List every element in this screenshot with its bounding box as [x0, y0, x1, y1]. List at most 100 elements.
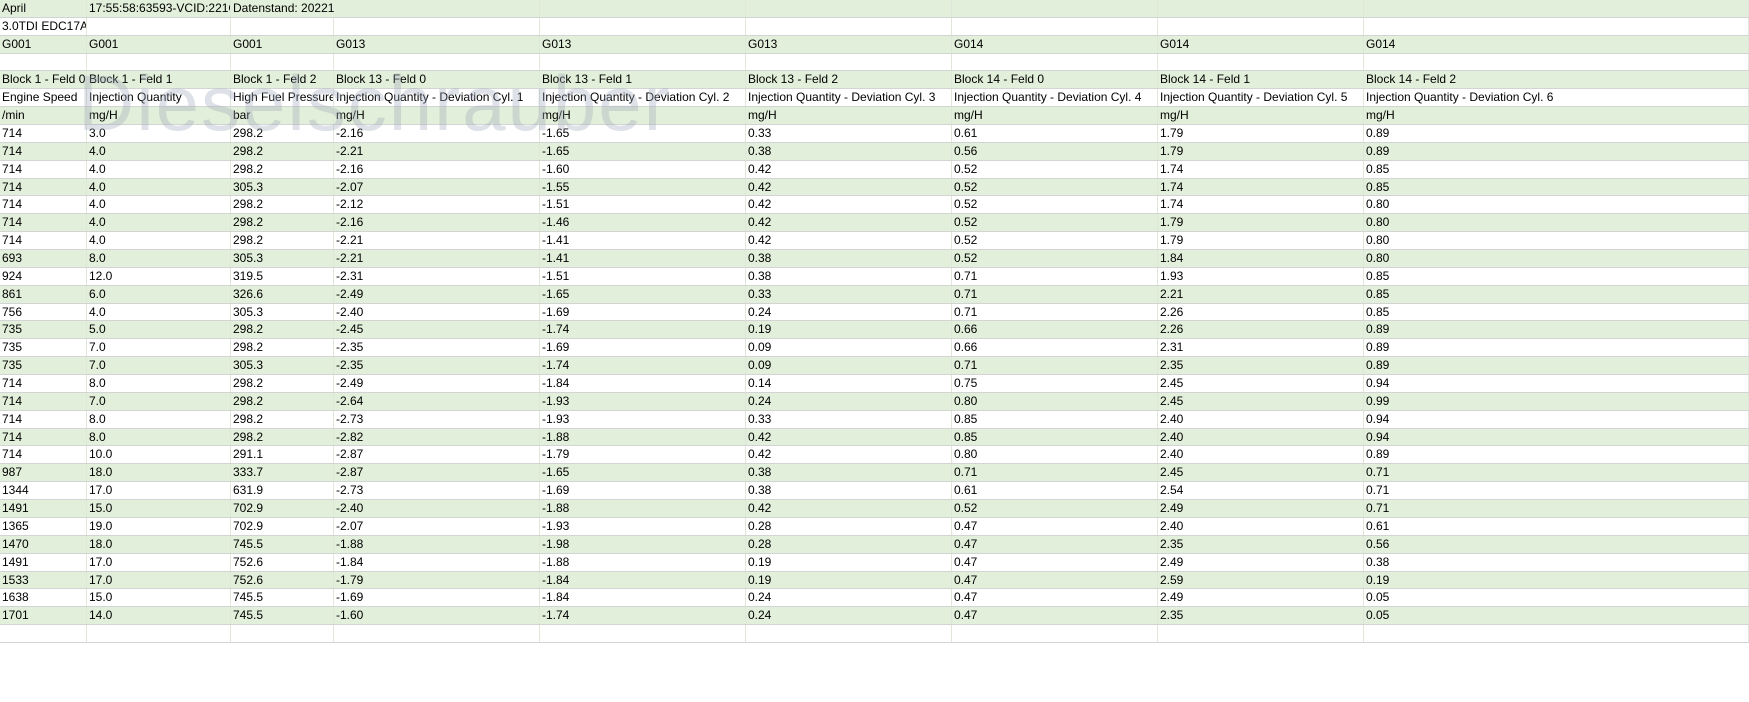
cell[interactable]: 291.1 — [231, 446, 334, 464]
cell[interactable] — [1158, 625, 1364, 642]
cell[interactable]: Injection Quantity - Deviation Cyl. 2 — [540, 89, 746, 107]
cell[interactable]: 0.66 — [952, 339, 1158, 357]
cell[interactable]: -1.69 — [540, 339, 746, 357]
cell[interactable]: 0.19 — [1364, 571, 1749, 589]
cell[interactable]: 1.74 — [1158, 160, 1364, 178]
cell[interactable]: 0.80 — [1364, 214, 1749, 232]
cell[interactable] — [952, 625, 1158, 642]
cell[interactable]: G013 — [334, 35, 540, 53]
cell[interactable]: 0.38 — [746, 464, 952, 482]
cell[interactable]: 1.93 — [1158, 267, 1364, 285]
cell[interactable] — [334, 625, 540, 642]
cell[interactable]: 298.2 — [231, 142, 334, 160]
cell[interactable]: 2.40 — [1158, 446, 1364, 464]
cell[interactable]: 0.42 — [746, 160, 952, 178]
cell[interactable]: 0.24 — [746, 303, 952, 321]
cell[interactable]: -1.93 — [540, 392, 746, 410]
cell[interactable]: 2.35 — [1158, 535, 1364, 553]
cell[interactable]: -1.79 — [540, 446, 746, 464]
cell[interactable]: 298.2 — [231, 339, 334, 357]
cell[interactable]: 19.0 — [87, 517, 231, 535]
cell[interactable]: 305.3 — [231, 303, 334, 321]
cell[interactable]: -2.16 — [334, 160, 540, 178]
cell[interactable]: -2.21 — [334, 232, 540, 250]
cell[interactable] — [1364, 625, 1749, 642]
cell[interactable]: Block 13 - Feld 0 — [334, 71, 540, 89]
cell[interactable]: 1.79 — [1158, 214, 1364, 232]
cell[interactable] — [952, 53, 1158, 71]
cell[interactable]: 714 — [0, 142, 87, 160]
cell[interactable]: 0.09 — [746, 339, 952, 357]
cell[interactable]: 2.40 — [1158, 428, 1364, 446]
cell[interactable]: mg/H — [540, 107, 746, 125]
cell[interactable]: 0.52 — [952, 160, 1158, 178]
cell[interactable]: -1.46 — [540, 214, 746, 232]
cell[interactable]: 0.61 — [952, 125, 1158, 142]
cell[interactable]: 1491 — [0, 553, 87, 571]
cell[interactable]: -1.69 — [540, 482, 746, 500]
cell[interactable]: Block 1 - Feld 2 — [231, 71, 334, 89]
cell[interactable]: 714 — [0, 196, 87, 214]
cell[interactable]: 0.71 — [1364, 482, 1749, 500]
cell[interactable]: 298.2 — [231, 232, 334, 250]
cell[interactable]: 4.0 — [87, 178, 231, 196]
cell[interactable]: 4.0 — [87, 142, 231, 160]
cell[interactable] — [231, 53, 334, 71]
cell[interactable]: 1.79 — [1158, 125, 1364, 142]
cell[interactable]: 2.31 — [1158, 339, 1364, 357]
cell[interactable]: 0.75 — [952, 375, 1158, 392]
cell[interactable]: 7.0 — [87, 339, 231, 357]
cell[interactable]: -2.16 — [334, 125, 540, 142]
cell[interactable]: 2.35 — [1158, 607, 1364, 625]
cell[interactable]: -1.74 — [540, 321, 746, 339]
cell[interactable]: 693 — [0, 250, 87, 267]
cell[interactable]: 0.42 — [746, 196, 952, 214]
cell[interactable]: 0.71 — [952, 357, 1158, 375]
cell[interactable]: 0.42 — [746, 214, 952, 232]
cell[interactable]: 0.89 — [1364, 446, 1749, 464]
cell[interactable]: 924 — [0, 267, 87, 285]
cell[interactable] — [87, 53, 231, 71]
cell[interactable]: -2.73 — [334, 482, 540, 500]
cell[interactable]: 12.0 — [87, 267, 231, 285]
cell[interactable]: 714 — [0, 392, 87, 410]
cell[interactable]: 0.47 — [952, 517, 1158, 535]
cell[interactable]: 0.89 — [1364, 142, 1749, 160]
cell[interactable]: -1.69 — [540, 303, 746, 321]
cell[interactable]: 0.80 — [1364, 196, 1749, 214]
cell[interactable]: 1.79 — [1158, 232, 1364, 250]
cell[interactable]: -1.41 — [540, 250, 746, 267]
cell[interactable]: 0.47 — [952, 607, 1158, 625]
cell[interactable]: -1.84 — [334, 553, 540, 571]
cell[interactable]: -1.88 — [540, 428, 746, 446]
cell[interactable]: 17.0 — [87, 571, 231, 589]
cell[interactable]: 0.24 — [746, 392, 952, 410]
cell[interactable]: Injection Quantity - Deviation Cyl. 5 — [1158, 89, 1364, 107]
cell[interactable]: 319.5 — [231, 267, 334, 285]
cell[interactable]: Injection Quantity - Deviation Cyl. 3 — [746, 89, 952, 107]
cell[interactable]: 10.0 — [87, 446, 231, 464]
cell[interactable]: -2.45 — [334, 321, 540, 339]
cell[interactable]: 714 — [0, 375, 87, 392]
cell[interactable]: 4.0 — [87, 232, 231, 250]
cell[interactable]: -1.93 — [540, 517, 746, 535]
cell[interactable]: 1.74 — [1158, 178, 1364, 196]
cell[interactable]: 2.54 — [1158, 482, 1364, 500]
cell[interactable]: -1.65 — [540, 464, 746, 482]
cell[interactable]: 1533 — [0, 571, 87, 589]
cell[interactable]: -1.41 — [540, 232, 746, 250]
cell[interactable]: 0.05 — [1364, 589, 1749, 607]
cell[interactable]: High Fuel Pressure — [231, 89, 334, 107]
cell[interactable]: April — [0, 0, 87, 17]
cell[interactable]: 0.28 — [746, 535, 952, 553]
cell[interactable]: 18.0 — [87, 464, 231, 482]
cell[interactable]: 0.38 — [746, 482, 952, 500]
cell[interactable]: 0.19 — [746, 321, 952, 339]
cell[interactable] — [1364, 53, 1749, 71]
cell[interactable]: 0.56 — [952, 142, 1158, 160]
cell[interactable]: 298.2 — [231, 375, 334, 392]
cell[interactable]: 7.0 — [87, 357, 231, 375]
cell[interactable]: G014 — [1364, 35, 1749, 53]
cell[interactable]: 735 — [0, 339, 87, 357]
cell[interactable]: 0.85 — [952, 428, 1158, 446]
